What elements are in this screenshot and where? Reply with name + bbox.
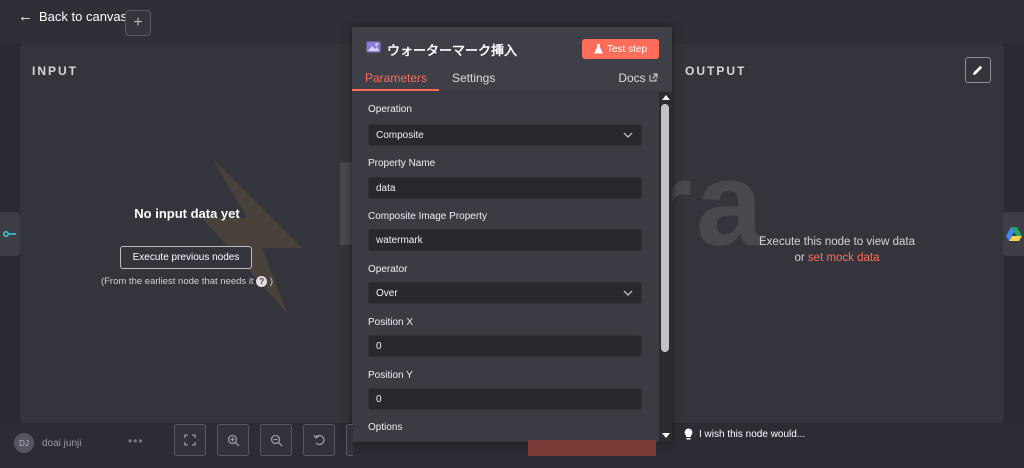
add-node-button[interactable]: + <box>125 10 151 36</box>
feedback-text: I wish this node would... <box>699 428 806 440</box>
output-empty-message: Execute this node to view data or set mo… <box>670 234 1004 266</box>
operation-value: Composite <box>376 129 424 141</box>
execute-workflow-button[interactable] <box>528 440 656 456</box>
watermark-logo-icon <box>202 158 302 313</box>
fit-view-button[interactable] <box>174 424 206 456</box>
back-to-canvas-label: Back to canvas <box>39 9 128 24</box>
scroll-up-icon[interactable] <box>662 95 670 100</box>
test-step-button[interactable]: Test step <box>582 39 659 59</box>
operation-select[interactable]: Composite <box>368 124 642 146</box>
execute-node-message: Execute this node to view data <box>759 236 915 248</box>
user-name: doai junji <box>42 437 82 449</box>
operator-value: Over <box>376 287 398 299</box>
operator-select[interactable]: Over <box>368 282 642 304</box>
operation-label: Operation <box>368 104 412 115</box>
position-x-input[interactable]: 0 <box>368 335 642 357</box>
feedback-link[interactable]: I wish this node would... <box>684 428 805 440</box>
node-parameters-panel: ウォーターマーク挿入 Test step Parameters Settings… <box>352 27 672 442</box>
or-text: or <box>794 252 805 264</box>
position-y-input[interactable]: 0 <box>368 388 642 410</box>
composite-image-property-label: Composite Image Property <box>368 211 487 222</box>
user-menu-icon[interactable]: ••• <box>128 434 144 448</box>
edit-output-button[interactable] <box>965 57 991 83</box>
position-x-label: Position X <box>368 317 414 328</box>
property-name-input[interactable]: data <box>368 177 642 199</box>
pencil-icon <box>973 65 983 75</box>
user-profile[interactable]: DJ doai junji <box>14 433 81 453</box>
earliest-node-hint-text: (From the earliest node that needs it <box>100 276 254 288</box>
input-panel-title: INPUT <box>32 64 78 78</box>
scroll-thumb[interactable] <box>661 104 669 352</box>
google-drive-icon <box>1005 227 1022 241</box>
operator-label: Operator <box>368 264 408 275</box>
earliest-node-hint: (From the earliest node that needs it ? … <box>20 276 354 287</box>
form-scrollbar[interactable] <box>659 92 672 442</box>
avatar: DJ <box>14 433 34 453</box>
zoom-out-button[interactable] <box>260 424 292 456</box>
parameters-form: Operation Composite Property Name data C… <box>352 92 659 442</box>
input-connector-handle[interactable] <box>0 212 20 256</box>
tab-settings[interactable]: Settings <box>452 71 495 85</box>
output-panel-title: OUTPUT <box>685 64 747 78</box>
back-to-canvas-link[interactable]: ← Back to canvas <box>18 9 127 24</box>
image-icon <box>366 41 381 53</box>
test-step-label: Test step <box>606 43 648 55</box>
chevron-down-icon <box>623 132 633 138</box>
node-title: ウォーターマーク挿入 <box>387 43 518 58</box>
composite-image-property-input[interactable]: watermark <box>368 229 642 251</box>
set-mock-data-link[interactable]: set mock data <box>808 252 880 264</box>
flask-icon <box>593 44 603 54</box>
undo-icon <box>312 434 324 446</box>
execute-previous-nodes-button[interactable]: Execute previous nodes <box>120 246 252 269</box>
active-tab-indicator <box>352 89 439 91</box>
zoom-in-button[interactable] <box>217 424 249 456</box>
input-panel: INPUT No input data yet Execute previous… <box>20 44 354 423</box>
chevron-down-icon <box>623 290 633 296</box>
question-icon[interactable]: ? <box>256 276 268 287</box>
no-input-message: No input data yet <box>134 206 240 221</box>
lightbulb-icon <box>684 428 693 440</box>
position-y-label: Position Y <box>368 370 413 381</box>
output-connector-handle[interactable] <box>1003 212 1024 256</box>
docs-label: Docs <box>618 71 646 85</box>
output-panel: OUTPUT Execute this node to view data or… <box>670 44 1004 423</box>
external-link-icon <box>649 73 658 82</box>
docs-link[interactable]: Docs <box>618 71 658 85</box>
more-controls-button[interactable] <box>346 424 353 456</box>
zoom-out-icon <box>270 434 282 446</box>
node-header: ウォーターマーク挿入 Test step Parameters Settings… <box>352 27 672 91</box>
tab-parameters[interactable]: Parameters <box>365 71 427 85</box>
property-name-label: Property Name <box>368 158 436 169</box>
arrow-left-icon: ← <box>18 8 33 25</box>
scroll-down-icon[interactable] <box>662 433 670 438</box>
earliest-node-hint-close: ) <box>269 276 274 288</box>
connector-icon <box>3 231 16 237</box>
options-label: Options <box>368 422 403 433</box>
expand-icon <box>184 434 196 446</box>
zoom-in-icon <box>227 434 239 446</box>
undo-button[interactable] <box>303 424 335 456</box>
